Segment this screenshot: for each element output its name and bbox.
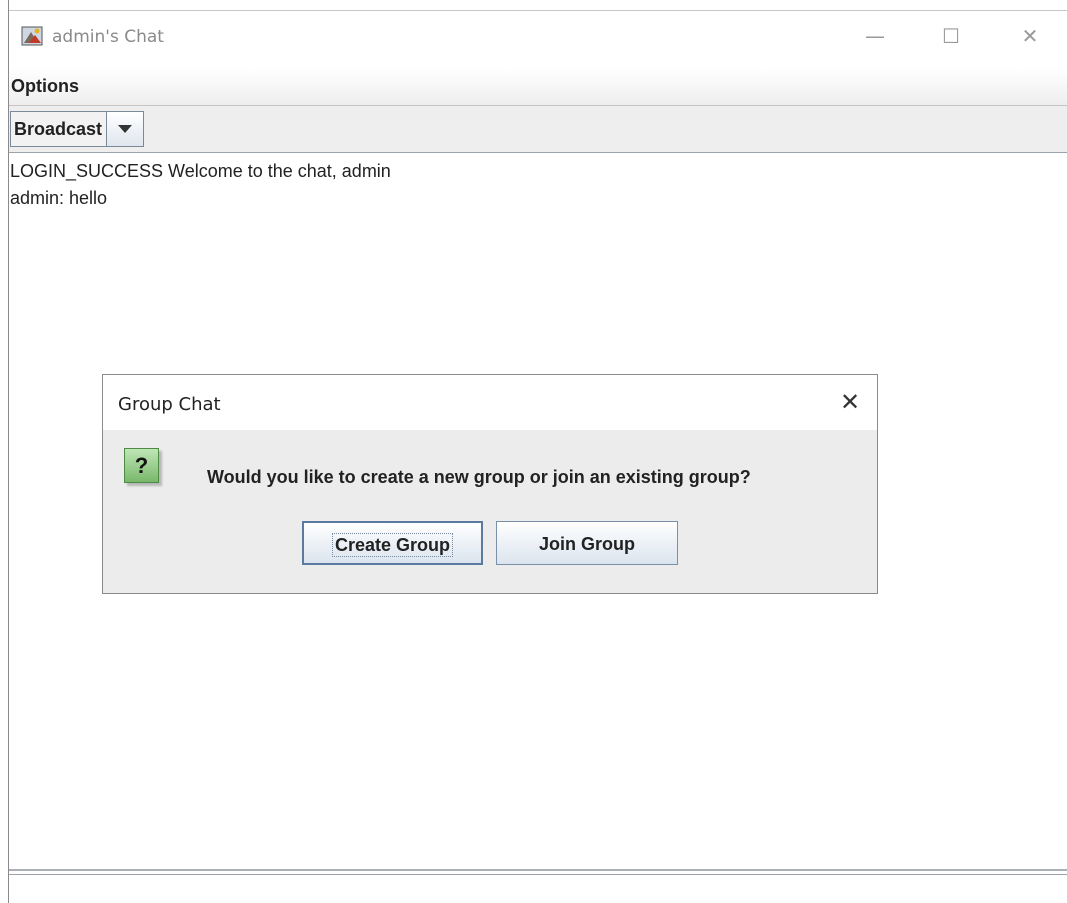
dialog-title: Group Chat <box>118 394 221 415</box>
dialog-message: Would you like to create a new group or … <box>207 467 751 487</box>
join-group-label: Join Group <box>539 534 635 554</box>
window-title: admin's Chat <box>52 27 164 47</box>
recipient-selected-value: Broadcast <box>11 112 108 146</box>
message-input[interactable] <box>9 874 1067 903</box>
java-app-icon <box>21 26 43 46</box>
menu-options[interactable]: Options <box>11 76 79 97</box>
message-line: LOGIN_SUCCESS Welcome to the chat, admin <box>10 161 391 181</box>
toolbar: Broadcast <box>9 106 1067 153</box>
question-icon: ? <box>124 448 159 483</box>
close-button[interactable]: ✕ <box>1010 21 1050 51</box>
chevron-down-icon[interactable] <box>107 112 144 146</box>
message-list: LOGIN_SUCCESS Welcome to the chat, admin… <box>9 153 1067 212</box>
title-bar: admin's Chat — ☐ ✕ <box>9 10 1067 69</box>
menu-bar: Options <box>9 68 1067 106</box>
join-group-button[interactable]: Join Group <box>496 521 678 565</box>
maximize-button[interactable]: ☐ <box>931 21 971 51</box>
dialog-close-button[interactable]: ✕ <box>835 387 865 417</box>
create-group-button[interactable]: Create Group <box>302 521 483 565</box>
minimize-button[interactable]: — <box>855 21 895 51</box>
group-chat-dialog: Group Chat ✕ ? Would you like to create … <box>102 374 878 594</box>
recipient-dropdown[interactable]: Broadcast <box>10 111 145 147</box>
message-line: admin: hello <box>10 188 108 208</box>
create-group-label: Create Group <box>331 533 454 557</box>
dialog-title-bar: Group Chat ✕ <box>103 375 877 430</box>
